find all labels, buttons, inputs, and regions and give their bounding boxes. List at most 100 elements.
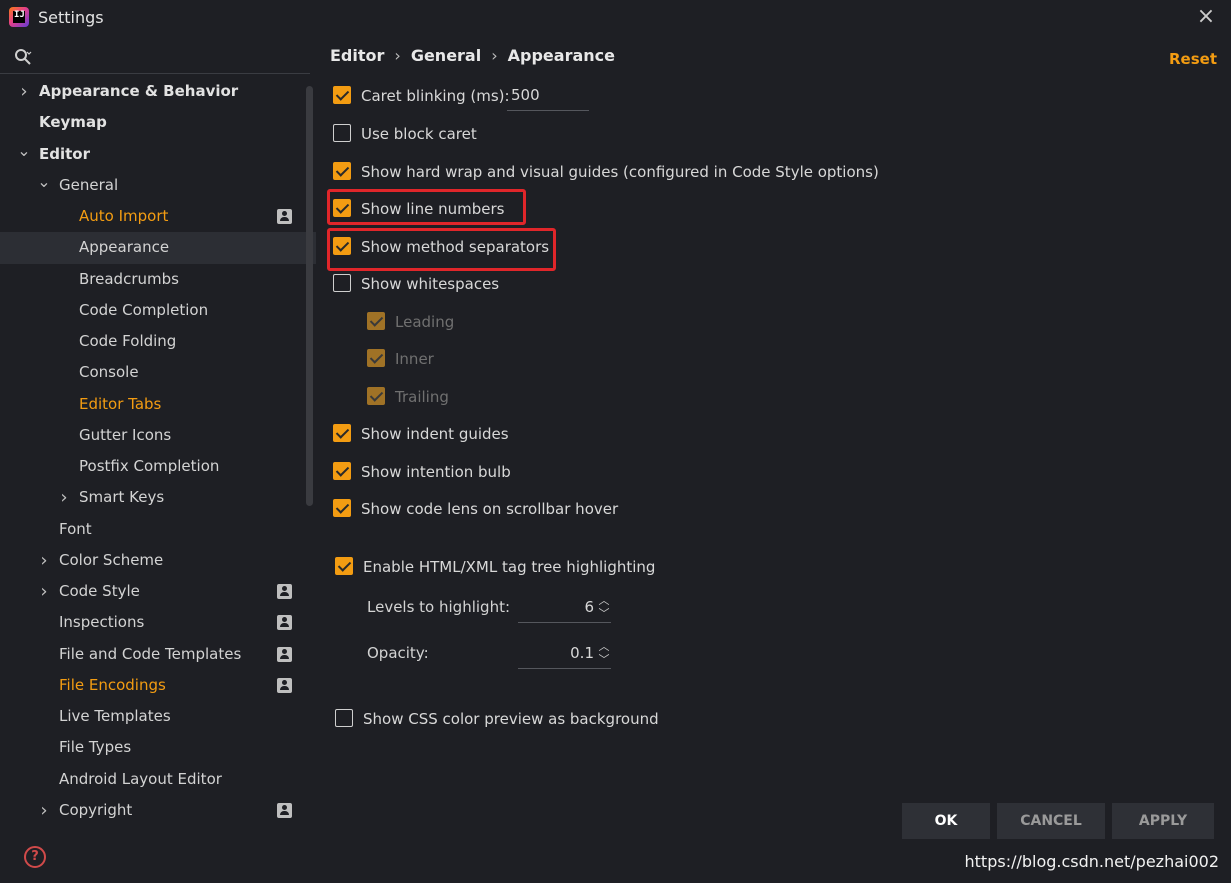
chevron-down-icon[interactable]: ⌄ bbox=[17, 135, 31, 166]
breadcrumb-item-appearance: Appearance bbox=[507, 46, 615, 65]
chevron-down-icon[interactable]: ⌄ bbox=[37, 166, 51, 197]
sidebar-item-file-encodings[interactable]: File Encodings bbox=[0, 670, 316, 701]
leading-label: Leading bbox=[395, 313, 455, 331]
project-scope-icon bbox=[277, 615, 292, 631]
caret-blinking-input[interactable]: 500 bbox=[507, 80, 589, 111]
sidebar-item-live-templates[interactable]: Live Templates bbox=[0, 701, 316, 732]
chevron-right-icon[interactable]: › bbox=[37, 545, 51, 576]
tag-tree-checkbox[interactable] bbox=[335, 557, 353, 575]
sidebar-item-label: Copyright bbox=[59, 800, 133, 819]
ok-button[interactable]: OK bbox=[902, 803, 990, 839]
sidebar-item-label: File Encodings bbox=[59, 675, 166, 694]
sidebar-item-label: Font bbox=[59, 519, 92, 538]
hard-wrap-checkbox[interactable] bbox=[333, 162, 351, 180]
sidebar-item-copyright[interactable]: › Copyright bbox=[0, 795, 316, 826]
sidebar-item-label: Appearance bbox=[79, 238, 170, 257]
breadcrumb-separator-icon: › bbox=[394, 46, 401, 65]
sidebar-item-gutter-icons[interactable]: Gutter Icons bbox=[0, 420, 316, 451]
sidebar-item-font[interactable]: Font bbox=[0, 514, 316, 545]
sidebar-item-label: Breadcrumbs bbox=[79, 269, 179, 288]
breadcrumb-separator-icon: › bbox=[491, 46, 498, 65]
breadcrumb: Editor › General › Appearance bbox=[330, 46, 615, 65]
sidebar-item-smart-keys[interactable]: › Smart Keys bbox=[0, 482, 316, 513]
caret-blinking-checkbox[interactable] bbox=[333, 86, 351, 104]
indent-guides-label: Show indent guides bbox=[361, 425, 509, 443]
sidebar-item-android-layout-editor[interactable]: Android Layout Editor bbox=[0, 764, 316, 795]
project-scope-icon bbox=[277, 802, 292, 818]
chevron-right-icon[interactable]: › bbox=[57, 482, 71, 513]
hard-wrap-label: Show hard wrap and visual guides (config… bbox=[361, 163, 879, 181]
sidebar-item-label: Postfix Completion bbox=[79, 457, 220, 475]
sidebar-item-label: Smart Keys bbox=[79, 488, 165, 507]
sidebar-item-appearance[interactable]: Appearance bbox=[0, 232, 316, 264]
sidebar-item-color-scheme[interactable]: › Color Scheme bbox=[0, 545, 316, 576]
sidebar-item-postfix-completion[interactable]: Postfix Completion bbox=[0, 451, 316, 482]
sidebar-item-auto-import[interactable]: Auto Import bbox=[0, 201, 316, 232]
sidebar-item-file-and-code-templates[interactable]: File and Code Templates bbox=[0, 639, 316, 670]
sidebar-item-label: Code Style bbox=[59, 582, 140, 600]
sidebar-item-label: Appearance & Behavior bbox=[39, 82, 239, 100]
apply-button[interactable]: APPLY bbox=[1112, 803, 1214, 839]
sidebar-item-label: General bbox=[59, 175, 119, 194]
tag-tree-label: Enable HTML/XML tag tree highlighting bbox=[363, 558, 656, 576]
use-block-caret-checkbox[interactable] bbox=[333, 124, 351, 142]
sidebar-scrollbar[interactable] bbox=[306, 86, 313, 506]
settings-tree: › Appearance & Behavior Keymap ⌄ Editor ⌄ Gene… bbox=[0, 76, 316, 826]
breadcrumb-item-editor[interactable]: Editor bbox=[330, 46, 384, 65]
chevron-right-icon[interactable]: › bbox=[37, 795, 51, 826]
trailing-label: Trailing bbox=[395, 388, 449, 406]
settings-search-field[interactable] bbox=[0, 42, 310, 74]
css-preview-checkbox[interactable] bbox=[335, 709, 353, 727]
whitespaces-label: Show whitespaces bbox=[361, 275, 500, 293]
sidebar-item-inspections[interactable]: Inspections bbox=[0, 607, 316, 638]
inner-label: Inner bbox=[395, 350, 434, 368]
code-lens-label: Show code lens on scrollbar hover bbox=[361, 500, 619, 518]
chevron-right-icon[interactable]: › bbox=[37, 576, 51, 607]
indent-guides-checkbox[interactable] bbox=[333, 424, 351, 442]
code-lens-checkbox[interactable] bbox=[333, 499, 351, 517]
sidebar-item-code-style[interactable]: › Code Style bbox=[0, 576, 316, 607]
use-block-caret-label: Use block caret bbox=[361, 125, 477, 143]
sidebar-item-label: Color Scheme bbox=[59, 550, 164, 569]
help-icon[interactable]: ? bbox=[24, 846, 46, 868]
sidebar-item-breadcrumbs[interactable]: Breadcrumbs bbox=[0, 264, 316, 295]
sidebar-item-label: Console bbox=[79, 363, 139, 382]
opacity-spinner-icon[interactable]: ︿ ﹀ bbox=[597, 640, 611, 670]
sidebar-item-label: Keymap bbox=[39, 113, 107, 132]
chevron-right-icon[interactable]: › bbox=[17, 76, 31, 107]
highlight-annotation bbox=[327, 228, 556, 271]
watermark-text: https://blog.csdn.net/pezhai002 bbox=[964, 852, 1219, 871]
sidebar-item-console[interactable]: Console bbox=[0, 357, 316, 388]
sidebar-item-label: Code Completion bbox=[79, 300, 209, 319]
reset-link[interactable]: Reset bbox=[1169, 50, 1217, 68]
breadcrumb-item-general[interactable]: General bbox=[411, 46, 481, 65]
sidebar-item-label: Inspections bbox=[59, 613, 145, 632]
sidebar-item-label: Android Layout Editor bbox=[59, 769, 222, 788]
sidebar-item-appearance-behavior[interactable]: › Appearance & Behavior bbox=[0, 76, 316, 107]
sidebar-item-editor-tabs[interactable]: Editor Tabs bbox=[0, 389, 316, 420]
whitespaces-checkbox[interactable] bbox=[333, 274, 351, 292]
project-scope-icon bbox=[277, 677, 292, 693]
intention-bulb-checkbox[interactable] bbox=[333, 462, 351, 480]
sidebar-item-label: Editor Tabs bbox=[79, 394, 162, 413]
sidebar-item-label: Code Folding bbox=[79, 332, 177, 350]
levels-spinner-icon[interactable]: ︿ ﹀ bbox=[597, 594, 611, 624]
intellij-idea-icon: IJ bbox=[9, 7, 29, 27]
window-title: Settings bbox=[38, 8, 104, 27]
trailing-checkbox bbox=[367, 387, 385, 405]
project-scope-icon bbox=[277, 584, 292, 599]
project-scope-icon bbox=[277, 646, 292, 662]
leading-checkbox bbox=[367, 312, 385, 330]
search-icon bbox=[15, 49, 32, 65]
sidebar-item-code-completion[interactable]: Code Completion bbox=[0, 295, 316, 326]
sidebar-item-label: File Types bbox=[59, 738, 132, 757]
cancel-button[interactable]: CANCEL bbox=[997, 803, 1105, 839]
sidebar-item-code-folding[interactable]: Code Folding bbox=[0, 326, 316, 357]
sidebar-item-label: Live Templates bbox=[59, 707, 171, 725]
sidebar-item-file-types[interactable]: File Types bbox=[0, 732, 316, 763]
caret-blinking-label: Caret blinking (ms): bbox=[361, 87, 510, 105]
sidebar-item-label: Auto Import bbox=[79, 207, 169, 225]
sidebar-item-keymap[interactable]: Keymap bbox=[0, 107, 316, 138]
sidebar-item-general[interactable]: ⌄ General bbox=[0, 170, 316, 201]
close-icon[interactable]: × bbox=[1193, 4, 1219, 30]
